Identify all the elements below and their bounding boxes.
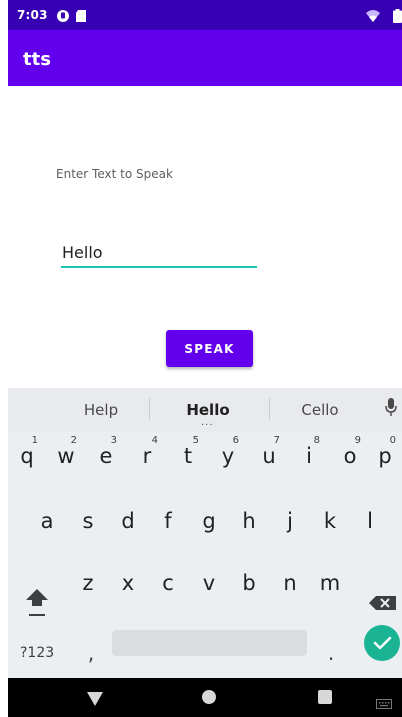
key-p[interactable]: p0 — [368, 434, 402, 478]
key-m[interactable]: m — [313, 561, 347, 605]
key-h[interactable]: h — [232, 499, 266, 543]
key-hint: 3 — [110, 435, 117, 446]
key-letter: q — [20, 444, 34, 468]
key-letter: e — [99, 444, 113, 468]
key-hint: 7 — [273, 435, 280, 446]
key-j[interactable]: j — [273, 499, 307, 543]
key-x[interactable]: x — [111, 561, 145, 605]
key-letter: w — [57, 444, 75, 468]
key-l[interactable]: l — [353, 499, 387, 543]
keyboard-switch-icon[interactable] — [376, 694, 392, 713]
key-hint: 5 — [192, 435, 199, 446]
symbols-key[interactable]: ?123 — [20, 633, 64, 673]
key-o[interactable]: o9 — [333, 434, 367, 478]
key-letter: u — [262, 444, 276, 468]
key-letter: o — [343, 444, 357, 468]
speak-button[interactable]: SPEAK — [166, 330, 253, 367]
shift-arrow-icon — [26, 589, 48, 616]
key-hint: 6 — [232, 435, 239, 446]
key-d[interactable]: d — [111, 499, 145, 543]
wifi-icon — [366, 8, 380, 27]
backspace-icon — [369, 596, 396, 610]
recents-icon[interactable] — [318, 690, 332, 704]
suggestion-divider — [149, 398, 150, 420]
suggestion-3[interactable]: Cello — [270, 401, 370, 419]
backspace-key[interactable] — [366, 585, 400, 621]
key-u[interactable]: u7 — [252, 434, 286, 478]
key-r[interactable]: r4 — [130, 434, 164, 478]
key-z[interactable]: z — [71, 561, 105, 605]
key-e[interactable]: e3 — [89, 434, 123, 478]
key-hint: 8 — [313, 435, 320, 446]
period-key[interactable]: . — [321, 633, 341, 673]
shift-key[interactable] — [20, 583, 54, 623]
home-icon[interactable] — [202, 690, 216, 704]
key-s[interactable]: s — [71, 499, 105, 543]
key-f[interactable]: f — [151, 499, 185, 543]
key-letter: r — [142, 444, 152, 468]
key-letter: t — [183, 444, 193, 468]
more-suggestions-indicator[interactable]: ... — [201, 418, 214, 428]
key-g[interactable]: g — [192, 499, 226, 543]
soft-keyboard: Help Hello ... Cello q1 w2 e3 r4 t5 y6 u… — [8, 388, 402, 678]
key-c[interactable]: c — [151, 561, 185, 605]
comma-key[interactable]: , — [76, 633, 106, 673]
status-time: 7:03 — [17, 8, 48, 22]
key-k[interactable]: k — [313, 499, 347, 543]
key-y[interactable]: y6 — [211, 434, 245, 478]
key-hint: 0 — [389, 435, 396, 446]
key-b[interactable]: b — [232, 561, 266, 605]
app-bar: tts — [8, 30, 402, 86]
app-title: tts — [23, 49, 51, 70]
key-a[interactable]: a — [30, 499, 64, 543]
key-hint: 1 — [31, 435, 38, 446]
key-letter: p — [378, 444, 392, 468]
key-hint: 2 — [70, 435, 77, 446]
enter-key[interactable] — [364, 625, 400, 661]
mic-icon[interactable] — [385, 397, 397, 423]
text-input[interactable] — [61, 240, 257, 268]
battery-icon — [393, 8, 402, 27]
key-hint: 4 — [151, 435, 158, 446]
suggestion-strip: Help Hello ... Cello — [8, 388, 402, 432]
key-t[interactable]: t5 — [171, 434, 205, 478]
key-w[interactable]: w2 — [49, 434, 83, 478]
key-i[interactable]: i8 — [292, 434, 326, 478]
status-bar: 7:03 — [8, 0, 402, 30]
key-q[interactable]: q1 — [10, 434, 44, 478]
checkmark-icon — [373, 636, 392, 650]
prompt-label: Enter Text to Speak — [56, 167, 173, 181]
key-n[interactable]: n — [273, 561, 307, 605]
back-icon[interactable] — [87, 691, 103, 710]
vpn-key-icon — [56, 8, 70, 27]
navigation-bar — [8, 678, 402, 717]
suggestion-1[interactable]: Help — [51, 401, 151, 419]
key-hint: 9 — [354, 435, 361, 446]
sd-card-icon — [75, 8, 87, 27]
space-bar[interactable] — [112, 630, 307, 656]
key-v[interactable]: v — [192, 561, 226, 605]
key-letter: i — [306, 444, 312, 468]
key-letter: y — [221, 444, 235, 468]
app-screen: 7:03 tts Enter Text to Speak SPEAK Help … — [8, 0, 402, 717]
